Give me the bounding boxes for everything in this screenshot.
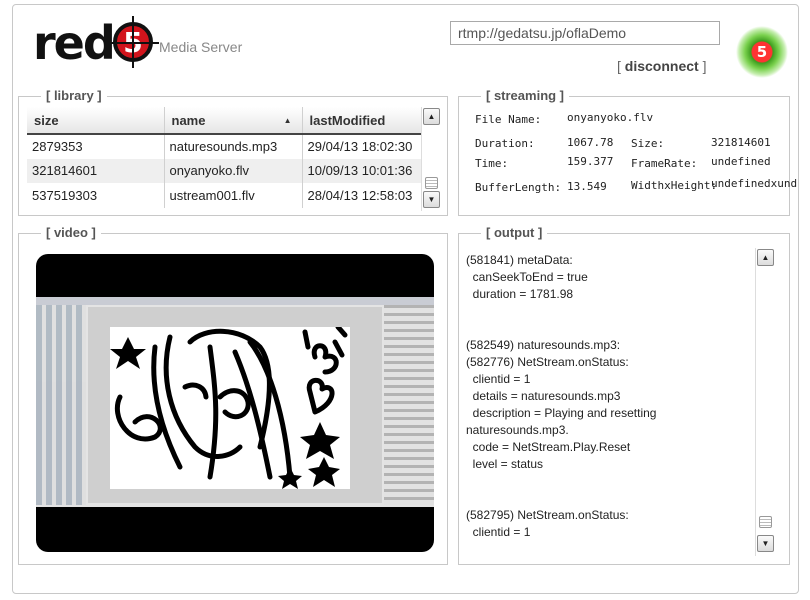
connection-status-icon: 5: [736, 26, 788, 78]
file-name-value: onyanyoko.flv: [567, 111, 654, 124]
scroll-thumb[interactable]: [425, 177, 438, 189]
streaming-legend: [ streaming ]: [481, 88, 570, 103]
sketch-drawing: [110, 324, 348, 489]
video-panel: [ video ]: [18, 225, 448, 565]
output-log: (581841) metaData: canSeekToEnd = true d…: [466, 253, 657, 539]
time-label: Time:: [475, 157, 509, 170]
cell-lastmodified: 28/04/13 12:58:03: [307, 187, 413, 203]
column-header-name[interactable]: name ▲: [164, 107, 303, 135]
cell-name: ustream001.flv: [164, 183, 303, 208]
bufferlength-value: 13.549: [567, 180, 607, 193]
scroll-down-icon[interactable]: ▼: [423, 191, 440, 208]
cell-lastmodified: 10/09/13 10:01:36: [302, 158, 423, 183]
framerate-label: FrameRate:: [631, 157, 698, 170]
wxh-label: WidthxHeight:: [631, 179, 718, 192]
time-value: 159.377: [567, 155, 614, 168]
size-label: Size:: [631, 137, 665, 150]
library-legend: [ library ]: [41, 88, 107, 103]
scroll-thumb[interactable]: [759, 516, 772, 528]
library-panel: [ library ] size name ▲ lastModified 2879…: [18, 88, 448, 216]
disconnect-button[interactable]: [ disconnect ]: [617, 58, 706, 74]
scroll-up-icon[interactable]: ▲: [423, 108, 440, 125]
logo-text: red: [33, 16, 116, 70]
cell-size: 321814601: [27, 158, 165, 183]
library-scrollbar[interactable]: ▲ ▼: [421, 107, 442, 211]
output-legend: [ output ]: [481, 225, 548, 240]
cell-size: 2879353: [27, 134, 165, 159]
video-player[interactable]: [36, 254, 434, 552]
cell-name: naturesounds.mp3: [164, 134, 303, 159]
duration-value: 1067.78: [567, 136, 614, 149]
streaming-panel: [ streaming ] File Name: onyanyoko.flv D…: [458, 88, 797, 216]
cell-size: 537519303: [27, 183, 165, 208]
size-value: 321814601: [711, 136, 771, 149]
sort-asc-icon: ▲: [283, 116, 292, 125]
output-scrollbar[interactable]: ▲ ▼: [755, 248, 776, 556]
disconnect-label: disconnect: [624, 58, 699, 74]
cell-name: onyanyoko.flv: [164, 158, 303, 183]
logo-crosshair-v: [132, 16, 134, 68]
library-table: size name ▲ lastModified 2879353 natureso…: [27, 107, 423, 208]
red5-logo: red 5: [33, 16, 159, 70]
video-frame: [36, 297, 434, 507]
scroll-up-icon[interactable]: ▲: [757, 249, 774, 266]
table-row[interactable]: 2879353 naturesounds.mp3 29/04/13 18:02:…: [27, 134, 423, 159]
server-url-input[interactable]: [450, 21, 720, 45]
framerate-value: undefined: [711, 155, 771, 168]
column-header-size[interactable]: size: [27, 107, 165, 135]
table-row[interactable]: 321814601 onyanyoko.flv 10/09/13 10:01:3…: [27, 158, 423, 183]
drawing-canvas: [110, 324, 350, 489]
column-header-lastmodified[interactable]: lastModified: [302, 107, 423, 135]
video-legend: [ video ]: [41, 225, 101, 240]
table-row[interactable]: 537519303 ustream001.flv 28/04/13 12:58:…: [27, 183, 423, 208]
subtitle: Media Server: [159, 39, 243, 55]
bufferlength-label: BufferLength:: [475, 181, 562, 194]
file-name-label: File Name:: [475, 113, 542, 126]
duration-label: Duration:: [475, 137, 535, 150]
scroll-down-icon[interactable]: ▼: [757, 535, 774, 552]
wxh-value: undefinedxund: [711, 177, 798, 190]
output-panel: [ output ] (581841) metaData: canSeekToE…: [458, 225, 790, 565]
cell-lastmodified: 29/04/13 18:02:30: [307, 139, 413, 155]
